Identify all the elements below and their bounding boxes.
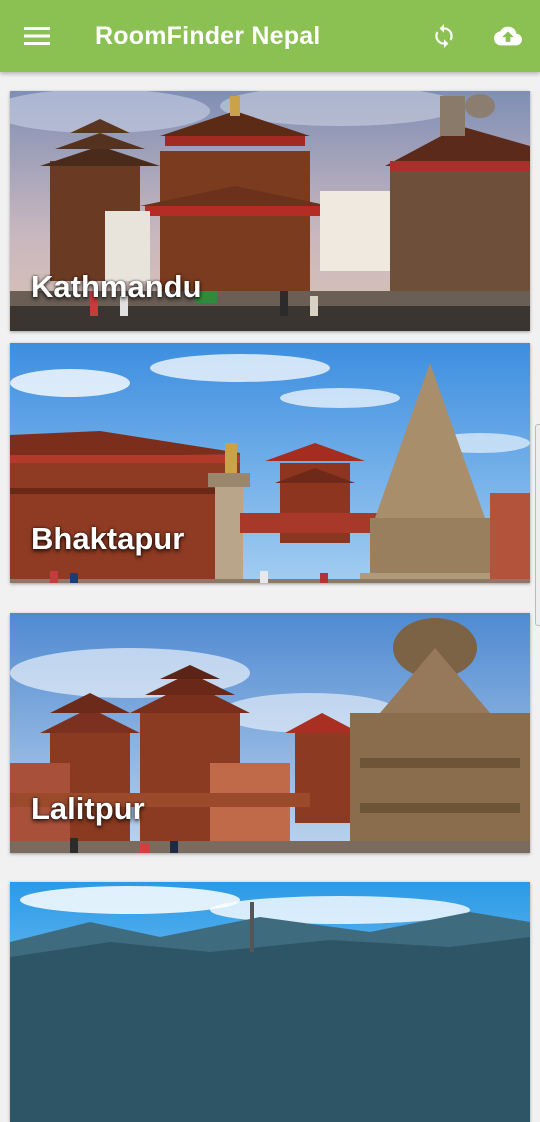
menu-icon [24, 27, 50, 45]
app-title: RoomFinder Nepal [95, 22, 321, 50]
scrollbar[interactable] [535, 424, 540, 626]
city-card-bhaktapur[interactable]: Bhaktapur [10, 343, 530, 583]
city-card-kathmandu[interactable]: Kathmandu [10, 91, 530, 331]
city-card-4[interactable] [10, 882, 530, 1122]
city-name: Lalitpur [31, 791, 145, 826]
app-bar: RoomFinder Nepal [0, 0, 540, 72]
upload-button[interactable] [486, 16, 532, 56]
refresh-button[interactable] [422, 16, 466, 56]
menu-button[interactable] [14, 16, 58, 56]
city-name: Kathmandu [31, 269, 202, 304]
city-name: Bhaktapur [31, 521, 185, 556]
cloud-upload-icon [494, 26, 522, 46]
sync-icon [435, 24, 453, 48]
city-card-lalitpur[interactable]: Lalitpur [10, 613, 530, 853]
city-image [10, 882, 530, 1122]
city-list[interactable]: Kathmandu Bhaktapur Lalitpur [0, 72, 540, 1122]
